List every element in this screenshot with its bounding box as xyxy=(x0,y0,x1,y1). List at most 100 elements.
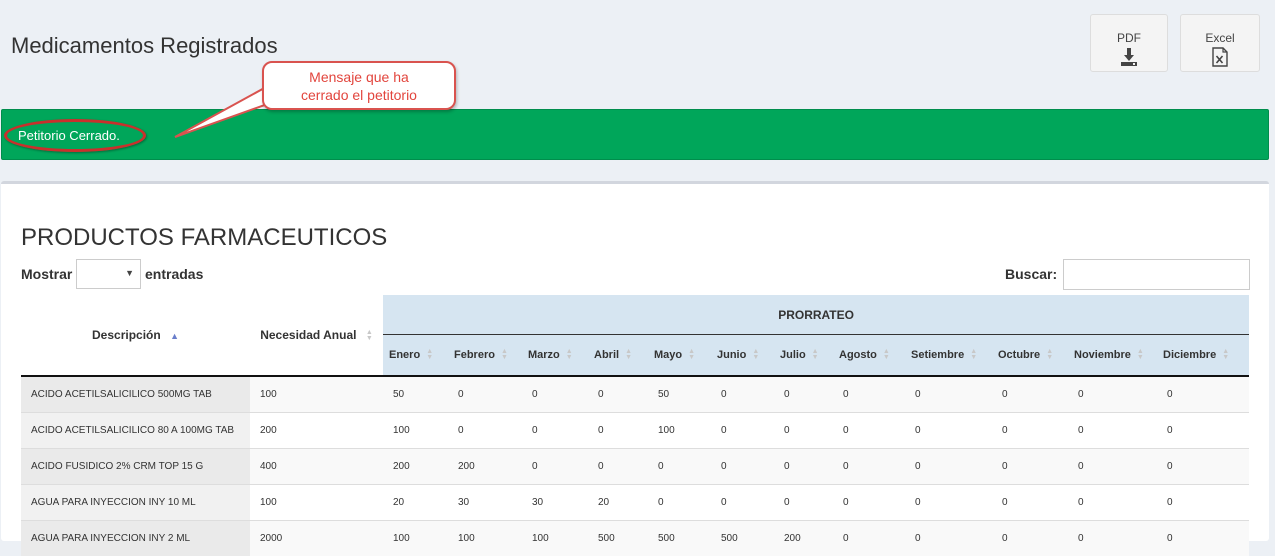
column-header-necesidad-anual-label: Necesidad Anual xyxy=(260,328,356,342)
cell-month-value: 20 xyxy=(588,485,648,521)
sort-icon: ▲▼ xyxy=(1137,349,1144,361)
column-header-month-label: Octubre xyxy=(998,349,1040,361)
cell-month-value: 30 xyxy=(522,485,588,521)
cell-month-value: 0 xyxy=(905,413,992,449)
cell-month-value: 0 xyxy=(1157,376,1249,413)
export-pdf-button[interactable]: PDF xyxy=(1090,14,1168,72)
column-header-agosto[interactable]: Agosto▲▼ xyxy=(833,335,905,377)
cell-month-value: 0 xyxy=(648,485,711,521)
sort-icon: ▲▼ xyxy=(812,349,819,361)
cell-month-value: 0 xyxy=(905,376,992,413)
page-title: Medicamentos Registrados xyxy=(11,33,278,59)
column-header-month-label: Noviembre xyxy=(1074,349,1131,361)
annotation-callout: Mensaje que ha cerrado el petitorio xyxy=(262,61,456,110)
sort-icon: ▲▼ xyxy=(366,330,373,342)
column-header-month-label: Marzo xyxy=(528,349,560,361)
column-header-mayo[interactable]: Mayo ▲▼ xyxy=(648,335,711,377)
cell-month-value: 50 xyxy=(648,376,711,413)
cell-month-value: 0 xyxy=(905,449,992,485)
chevron-down-icon: ▼ xyxy=(125,268,134,278)
cell-necesidad-anual: 400 xyxy=(250,449,383,485)
cell-month-value: 0 xyxy=(833,521,905,556)
table-row: ACIDO FUSIDICO 2% CRM TOP 15 G4002002000… xyxy=(21,449,1249,485)
cell-month-value: 0 xyxy=(1157,485,1249,521)
products-table-wrapper: Descripción ▲ Necesidad Anual ▲▼ PRORRAT… xyxy=(21,295,1249,556)
entries-per-page-select[interactable]: ▼ xyxy=(76,259,141,289)
column-header-necesidad-anual[interactable]: Necesidad Anual ▲▼ xyxy=(250,295,383,376)
cell-month-value: 50 xyxy=(383,376,448,413)
cell-month-value: 0 xyxy=(774,485,833,521)
column-header-febrero[interactable]: Febrero ▲▼ xyxy=(448,335,522,377)
column-header-setiembre[interactable]: Setiembre▲▼ xyxy=(905,335,992,377)
search-label: Buscar: xyxy=(1005,266,1057,282)
cell-month-value: 100 xyxy=(648,413,711,449)
column-header-descripcion[interactable]: Descripción ▲ xyxy=(21,295,250,376)
cell-month-value: 0 xyxy=(448,413,522,449)
cell-month-value: 0 xyxy=(1157,521,1249,556)
cell-month-value: 0 xyxy=(1068,449,1157,485)
column-header-diciembre[interactable]: Diciembre ▲▼ xyxy=(1157,335,1249,377)
cell-month-value: 0 xyxy=(1068,521,1157,556)
cell-necesidad-anual: 200 xyxy=(250,413,383,449)
cell-month-value: 0 xyxy=(992,413,1068,449)
table-row: AGUA PARA INYECCION INY 2 ML200010010010… xyxy=(21,521,1249,556)
cell-month-value: 0 xyxy=(711,413,774,449)
cell-descripcion: AGUA PARA INYECCION INY 10 ML xyxy=(21,485,250,521)
cell-descripcion: ACIDO FUSIDICO 2% CRM TOP 15 G xyxy=(21,449,250,485)
cell-necesidad-anual: 100 xyxy=(250,485,383,521)
cell-descripcion: AGUA PARA INYECCION INY 2 ML xyxy=(21,521,250,556)
export-excel-button[interactable]: Excel xyxy=(1180,14,1260,72)
table-row: ACIDO ACETILSALICILICO 80 A 100MG TAB200… xyxy=(21,413,1249,449)
cell-month-value: 0 xyxy=(711,449,774,485)
cell-month-value: 20 xyxy=(383,485,448,521)
cell-month-value: 0 xyxy=(711,376,774,413)
length-prefix-label: Mostrar xyxy=(21,266,72,282)
cell-month-value: 100 xyxy=(448,521,522,556)
excel-file-icon xyxy=(1210,47,1230,67)
export-excel-label: Excel xyxy=(1181,31,1259,45)
alert-success: Petitorio Cerrado. xyxy=(1,109,1269,160)
column-header-abril[interactable]: Abril ▲▼ xyxy=(588,335,648,377)
cell-month-value: 0 xyxy=(992,485,1068,521)
cell-month-value: 0 xyxy=(1068,413,1157,449)
cell-month-value: 0 xyxy=(588,449,648,485)
column-header-month-label: Mayo xyxy=(654,349,682,361)
column-header-month-label: Junio xyxy=(717,349,746,361)
cell-month-value: 0 xyxy=(588,376,648,413)
column-header-noviembre[interactable]: Noviembre ▲▼ xyxy=(1068,335,1157,377)
sort-icon: ▲▼ xyxy=(625,349,632,361)
cell-month-value: 0 xyxy=(905,521,992,556)
cell-month-value: 0 xyxy=(774,376,833,413)
sort-icon: ▲▼ xyxy=(566,349,573,361)
column-header-month-label: Febrero xyxy=(454,349,495,361)
search-input[interactable] xyxy=(1063,259,1250,290)
cell-month-value: 0 xyxy=(711,485,774,521)
sort-icon: ▲▼ xyxy=(1222,349,1229,361)
sort-icon: ▲▼ xyxy=(501,349,508,361)
column-header-octubre[interactable]: Octubre▲▼ xyxy=(992,335,1068,377)
cell-month-value: 0 xyxy=(522,376,588,413)
cell-month-value: 0 xyxy=(833,413,905,449)
cell-month-value: 0 xyxy=(1068,376,1157,413)
cell-month-value: 100 xyxy=(383,521,448,556)
cell-month-value: 200 xyxy=(383,449,448,485)
column-header-month-label: Diciembre xyxy=(1163,349,1216,361)
column-header-month-label: Setiembre xyxy=(911,349,964,361)
column-header-month-label: Abril xyxy=(594,349,619,361)
length-suffix-label: entradas xyxy=(145,266,203,282)
cell-month-value: 30 xyxy=(448,485,522,521)
column-header-junio[interactable]: Junio▲▼ xyxy=(711,335,774,377)
export-pdf-label: PDF xyxy=(1091,31,1167,45)
cell-necesidad-anual: 100 xyxy=(250,376,383,413)
column-header-descripcion-label: Descripción xyxy=(92,328,161,342)
column-header-month-label: Julio xyxy=(780,349,806,361)
sort-asc-icon: ▲ xyxy=(170,333,179,339)
cell-month-value: 0 xyxy=(1068,485,1157,521)
column-header-julio[interactable]: Julio ▲▼ xyxy=(774,335,833,377)
cell-month-value: 0 xyxy=(992,449,1068,485)
cell-month-value: 0 xyxy=(1157,413,1249,449)
column-header-marzo[interactable]: Marzo ▲▼ xyxy=(522,335,588,377)
cell-month-value: 0 xyxy=(522,413,588,449)
sort-icon: ▲▼ xyxy=(688,349,695,361)
column-header-enero[interactable]: Enero▲▼ xyxy=(383,335,448,377)
